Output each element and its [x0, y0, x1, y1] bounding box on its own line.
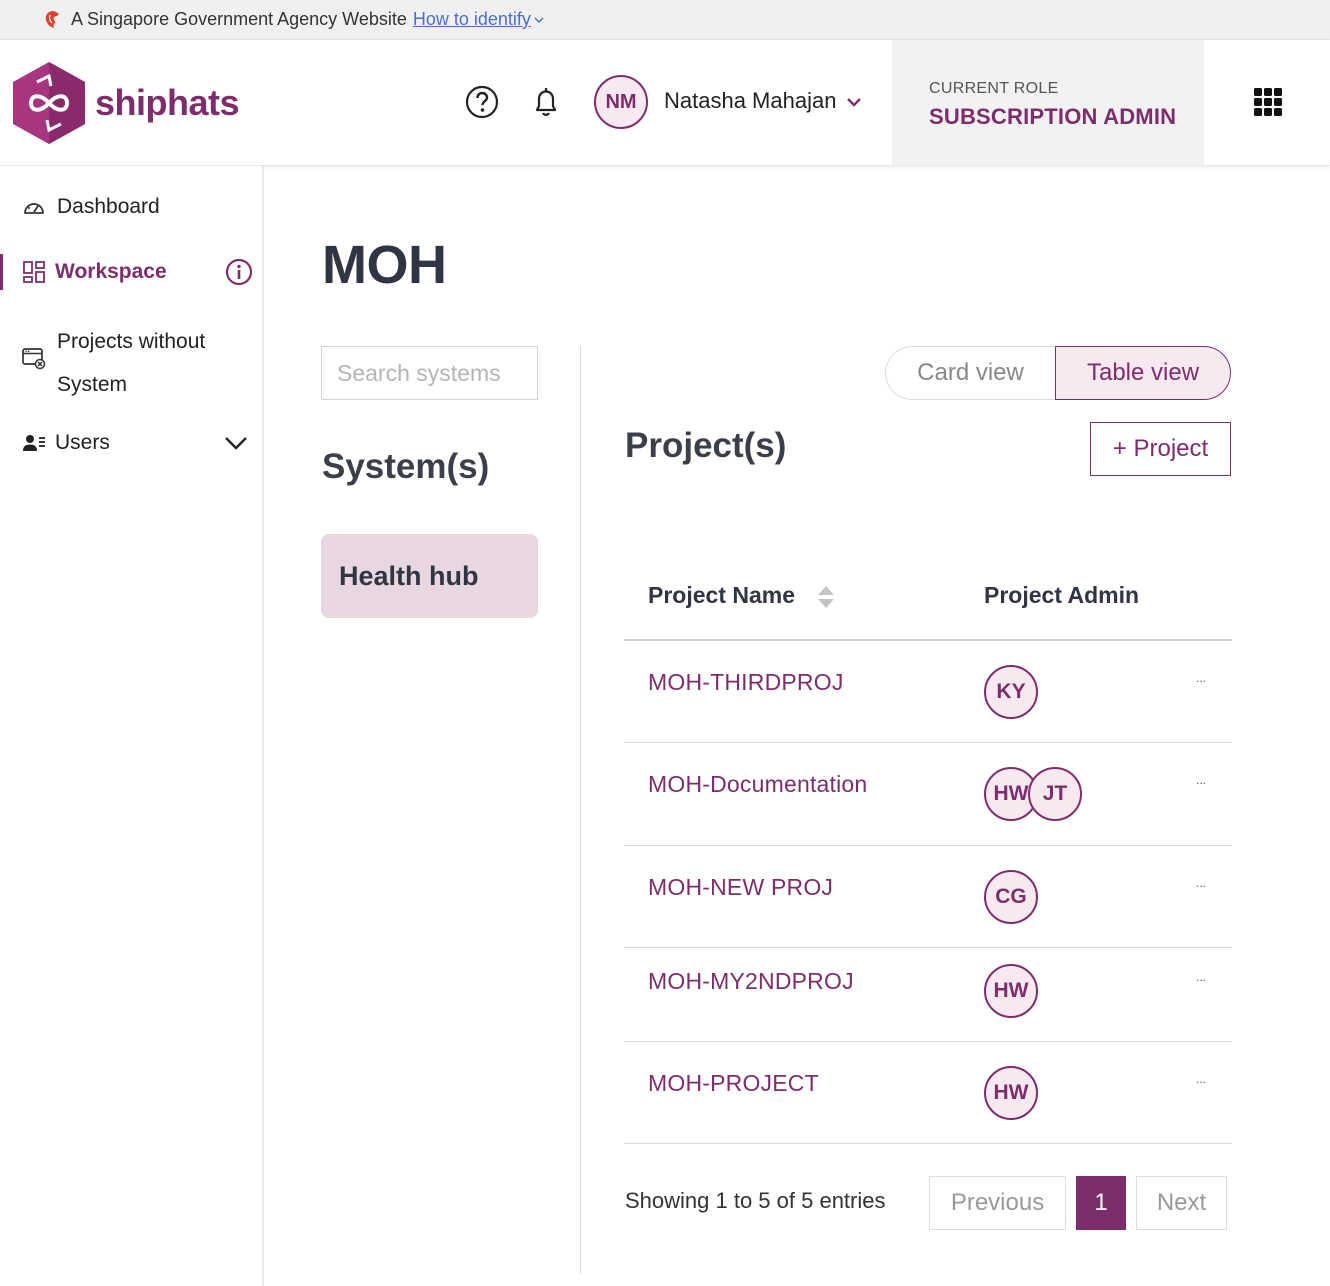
project-admins: HW [984, 964, 1038, 1018]
user-name[interactable]: Natasha Mahajan [664, 88, 836, 114]
sidebar-item-dashboard[interactable]: Dashboard [0, 190, 262, 224]
chevron-down-icon[interactable] [224, 435, 248, 451]
sidebar-item-label: Projects without System [57, 330, 206, 396]
previous-page-button[interactable]: Previous [929, 1176, 1066, 1230]
admin-avatar[interactable]: HW [984, 964, 1038, 1018]
column-header-project-name[interactable]: Project Name [648, 582, 795, 609]
project-admins: HW [984, 1066, 1038, 1120]
shiphats-logo[interactable]: shiphats [11, 60, 240, 146]
projects-heading: Project(s) [625, 426, 787, 465]
table-view-button[interactable]: Table view [1055, 346, 1231, 400]
card-view-button[interactable]: Card view [885, 346, 1055, 400]
apps-grid-icon[interactable] [1254, 88, 1282, 116]
chevron-down-icon[interactable] [533, 14, 545, 26]
admin-avatar[interactable]: JT [1028, 767, 1082, 821]
shiphats-logo-icon [13, 62, 85, 144]
sidebar-item-users[interactable]: Users [0, 426, 262, 460]
projects-without-system-icon [22, 348, 46, 370]
current-role-panel[interactable]: CURRENT ROLE SUBSCRIPTION ADMIN [892, 40, 1204, 165]
view-toggle: Card view Table view [885, 346, 1231, 400]
table-row: MOH-Documentation HW JT ... [624, 743, 1232, 846]
project-name-link[interactable]: MOH-Documentation [648, 771, 867, 798]
column-divider [580, 346, 581, 1274]
add-project-button[interactable]: + Project [1090, 422, 1231, 476]
pagination-summary: Showing 1 to 5 of 5 entries [625, 1188, 886, 1213]
chevron-down-icon[interactable] [846, 95, 862, 109]
role-value: SUBSCRIPTION ADMIN [929, 104, 1177, 129]
row-actions-button[interactable]: ... [1196, 773, 1206, 787]
sidebar-item-label: Workspace [55, 260, 167, 283]
how-to-identify-link[interactable]: How to identify [413, 9, 531, 30]
workspace-icon [23, 261, 45, 283]
project-name-link[interactable]: MOH-NEW PROJ [648, 874, 833, 901]
project-admins: KY [984, 665, 1038, 719]
table-row: MOH-THIRDPROJ KY ... [624, 641, 1232, 743]
row-actions-button[interactable]: ... [1196, 970, 1206, 984]
system-card-health-hub[interactable]: Health hub [321, 534, 538, 618]
sidebar-item-projects-without-system[interactable]: Projects without System [0, 318, 262, 408]
masthead-text: A Singapore Government Agency Website [71, 9, 407, 29]
admin-avatar[interactable]: HW [984, 1066, 1038, 1120]
project-name-link[interactable]: MOH-PROJECT [648, 1070, 819, 1097]
row-actions-button[interactable]: ... [1196, 876, 1206, 890]
project-name-link[interactable]: MOH-MY2NDPROJ [648, 968, 854, 995]
users-icon [23, 435, 45, 451]
systems-heading: System(s) [322, 447, 490, 486]
project-admins: HW JT [984, 767, 1082, 821]
row-actions-button[interactable]: ... [1196, 1072, 1206, 1086]
next-page-button[interactable]: Next [1136, 1176, 1227, 1230]
help-icon[interactable] [464, 84, 500, 120]
table-row: MOH-MY2NDPROJ HW ... [624, 948, 1232, 1042]
sidebar: Dashboard Workspace Projects without Sys… [0, 166, 264, 1286]
search-systems-input[interactable] [321, 346, 538, 400]
info-icon[interactable] [225, 258, 253, 286]
column-header-project-admin: Project Admin [984, 582, 1140, 608]
logo-text: shiphats [95, 82, 240, 123]
table-row: MOH-NEW PROJ CG ... [624, 846, 1232, 948]
sidebar-item-label: Users [55, 431, 110, 454]
admin-avatar[interactable]: KY [984, 665, 1038, 719]
row-actions-button[interactable]: ... [1196, 671, 1206, 685]
sidebar-item-workspace[interactable]: Workspace [0, 254, 262, 290]
table-row: MOH-PROJECT HW ... [624, 1042, 1232, 1144]
page-title: MOH [322, 235, 447, 295]
page-1-button[interactable]: 1 [1076, 1176, 1126, 1230]
project-admins: CG [984, 870, 1038, 924]
sort-icon[interactable] [816, 584, 836, 610]
admin-avatar[interactable]: CG [984, 870, 1038, 924]
role-label: CURRENT ROLE [929, 80, 1059, 97]
app-header: shiphats NM Natasha Mahajan CURRENT ROLE… [0, 40, 1330, 166]
project-name-link[interactable]: MOH-THIRDPROJ [648, 669, 844, 696]
bell-icon[interactable] [528, 84, 564, 120]
sidebar-item-label: Dashboard [57, 195, 160, 218]
gov-masthead: A Singapore Government Agency Website Ho… [0, 0, 1330, 40]
dashboard-icon [24, 203, 44, 214]
singapore-lion-icon [45, 10, 59, 28]
user-avatar[interactable]: NM [594, 75, 648, 129]
